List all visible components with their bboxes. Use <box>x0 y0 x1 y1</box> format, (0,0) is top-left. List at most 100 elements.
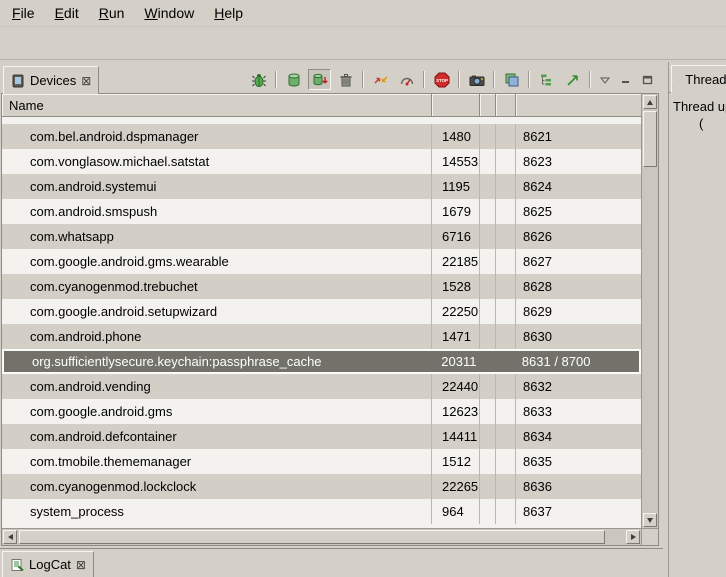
process-pid: 1195 <box>432 174 480 199</box>
process-pid: 14411 <box>432 424 480 449</box>
column-header-empty[interactable] <box>480 94 496 116</box>
scroll-up-button[interactable] <box>643 95 657 109</box>
process-cell-empty <box>480 449 496 474</box>
tab-threads[interactable]: Threads <box>671 65 726 93</box>
column-header-port[interactable] <box>516 94 641 116</box>
table-header: Name <box>2 94 641 117</box>
process-cell-empty <box>495 351 515 372</box>
debug-process-button[interactable] <box>247 69 270 90</box>
threads-message-line2: ( <box>673 115 722 132</box>
column-header-empty[interactable] <box>496 94 516 116</box>
screen-capture-button[interactable] <box>465 69 488 90</box>
process-name: com.bel.android.dspmanager <box>2 124 432 149</box>
process-row[interactable]: com.google.android.gms.wearable221858627 <box>2 249 641 274</box>
menu-window[interactable]: Window <box>134 0 204 26</box>
tab-logcat[interactable]: LogCat ⊠ <box>2 551 94 577</box>
process-pid: 1679 <box>432 199 480 224</box>
process-name: com.android.systemui <box>2 174 432 199</box>
scroll-left-button[interactable] <box>3 530 17 544</box>
ddms-window: FileEditRunWindowHelp Devices ⊠ <box>0 0 726 577</box>
process-cell-empty <box>480 499 496 524</box>
column-header-pid[interactable] <box>432 94 480 116</box>
process-row[interactable]: com.android.systemui1195 8624 <box>2 174 641 199</box>
update-threads-button[interactable] <box>369 69 392 90</box>
process-port: 8623 <box>516 149 641 174</box>
threads-message: Thread up ( <box>669 93 726 137</box>
process-cell-empty <box>496 174 516 199</box>
process-row[interactable]: com.android.smspush16798625 <box>2 199 641 224</box>
column-header-name[interactable]: Name <box>2 94 432 116</box>
threads-refresh-icon <box>373 72 389 88</box>
process-pid: 20311 <box>431 351 479 372</box>
process-port: 8632 <box>516 374 641 399</box>
process-row[interactable]: com.whatsapp67168626 <box>2 224 641 249</box>
process-name: org.sufficientlysecure.keychain:passphra… <box>4 351 431 372</box>
process-cell-empty <box>480 149 496 174</box>
process-pid: 22250 <box>432 299 480 324</box>
process-row-selected[interactable]: org.sufficientlysecure.keychain:passphra… <box>2 349 641 374</box>
debug-icon <box>251 72 267 88</box>
process-name: com.google.android.gms.wearable <box>2 249 432 274</box>
scroll-right-button[interactable] <box>626 530 640 544</box>
process-row[interactable]: com.cyanogenmod.lockclock222658636 <box>2 474 641 499</box>
dump-hprof-button[interactable] <box>308 69 331 90</box>
tree-view-button[interactable] <box>535 69 558 90</box>
process-pid: 1471 <box>432 324 480 349</box>
vertical-scrollbar[interactable] <box>641 94 658 528</box>
process-name: com.android.phone <box>2 324 432 349</box>
maximize-button[interactable] <box>638 72 656 88</box>
cause-gc-button[interactable] <box>334 69 357 90</box>
process-row[interactable]: com.google.android.gms126238633 <box>2 399 641 424</box>
vertical-scroll-thumb[interactable] <box>643 111 657 167</box>
close-icon[interactable]: ⊠ <box>76 559 86 571</box>
tab-logcat-label: LogCat <box>29 557 71 572</box>
scroll-down-button[interactable] <box>643 513 657 527</box>
threads-view: Threads Thread up ( <box>668 62 726 577</box>
devices-view: Devices ⊠ <box>1 62 662 548</box>
process-row[interactable]: com.cyanogenmod.trebuchet15288628 <box>2 274 641 299</box>
process-cell-empty <box>496 424 516 449</box>
process-row[interactable]: com.android.phone14718630 <box>2 324 641 349</box>
view-menu-button[interactable] <box>596 72 614 88</box>
tab-devices[interactable]: Devices ⊠ <box>3 66 99 94</box>
method-profiling-button[interactable] <box>395 69 418 90</box>
process-cell-empty <box>496 399 516 424</box>
process-cell-empty <box>480 399 496 424</box>
process-row[interactable]: system_process9648637 <box>2 499 641 524</box>
process-cell-empty <box>496 449 516 474</box>
menu-file[interactable]: File <box>2 0 45 26</box>
process-row[interactable]: com.android.vending224408632 <box>2 374 641 399</box>
process-cell-empty <box>496 374 516 399</box>
process-port: 8635 <box>516 449 641 474</box>
process-port: 8624 <box>516 174 641 199</box>
process-port: 8631 / 8700 <box>515 351 639 372</box>
update-heap-button[interactable] <box>282 69 305 90</box>
horizontal-scrollbar[interactable] <box>2 528 641 545</box>
layers-icon <box>504 72 520 88</box>
process-pid: 1512 <box>432 449 480 474</box>
process-row[interactable]: com.android.defcontainer144118634 <box>2 424 641 449</box>
process-row[interactable]: com.bel.android.dspmanager14808621 <box>2 124 641 149</box>
process-pid: 14553 <box>432 149 480 174</box>
close-icon[interactable]: ⊠ <box>81 75 91 87</box>
process-port: 8627 <box>516 249 641 274</box>
horizontal-scroll-thumb[interactable] <box>19 530 605 544</box>
view-hierarchy-button[interactable] <box>500 69 523 90</box>
process-name: com.whatsapp <box>2 224 432 249</box>
process-table: Name com.bel.android.dspmanager14808621c… <box>1 93 659 546</box>
process-port: 8633 <box>516 399 641 424</box>
minimize-button[interactable] <box>617 72 635 88</box>
process-cell-empty <box>480 224 496 249</box>
toolbar-separator <box>275 71 277 88</box>
process-row[interactable]: com.google.android.setupwizard222508629 <box>2 299 641 324</box>
menu-edit[interactable]: Edit <box>45 0 89 26</box>
process-row[interactable]: com.tmobile.thememanager15128635 <box>2 449 641 474</box>
menu-run[interactable]: Run <box>89 0 135 26</box>
menu-help[interactable]: Help <box>204 0 253 26</box>
stop-process-button[interactable]: STOP <box>430 69 453 90</box>
process-port: 8634 <box>516 424 641 449</box>
toolbar-separator <box>362 71 364 88</box>
devices-tabbar: Devices ⊠ <box>1 62 662 93</box>
process-row[interactable]: com.vonglasow.michael.satstat145538623 <box>2 149 641 174</box>
chart-button[interactable] <box>561 69 584 90</box>
